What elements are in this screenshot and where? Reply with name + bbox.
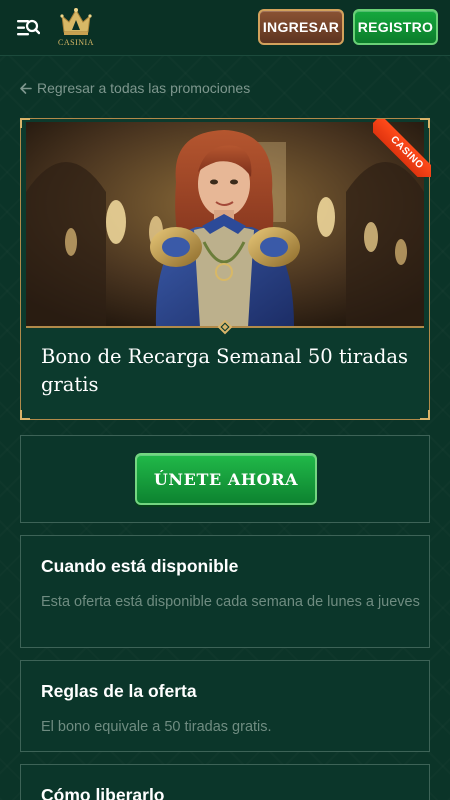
offer-rules-section: Reglas de la oferta El bono equivale a 5… [20,660,430,752]
section-text: El bono equivale a 50 tiradas gratis. [41,719,272,735]
back-to-promotions-link[interactable]: Regresar a todas las promociones [19,79,250,97]
section-text: Esta oferta está disponible cada semana … [41,594,420,610]
section-title: Cómo liberarlo [41,785,165,800]
login-button[interactable]: INGRESAR [258,9,344,45]
section-title: Reglas de la oferta [41,681,197,701]
top-header: CASINIA INGRESAR REGISTRO [0,0,450,56]
join-card: ÚNETE AHORA [20,435,430,523]
back-link-label: Regresar a todas las promociones [37,80,251,96]
corner-ornament [420,410,430,420]
join-now-button[interactable]: ÚNETE AHORA [135,453,317,505]
corner-ornament [20,118,30,128]
section-title: Cuando está disponible [41,556,239,576]
corner-ornament [420,118,430,128]
how-to-release-section: Cómo liberarlo [20,764,430,800]
casinia-logo[interactable]: CASINIA [56,6,96,50]
corner-ornament [20,410,30,420]
availability-section: Cuando está disponible Esta oferta está … [20,535,430,648]
menu-search-icon[interactable] [16,17,40,39]
promotion-card: CASINO Bono de Recarga Semanal 50 tirada… [20,118,431,420]
promotion-title: Bono de Recarga Semanal 50 tiradas grati… [41,345,408,396]
register-button[interactable]: REGISTRO [353,9,438,45]
crown-logo-icon [60,8,92,35]
diamond-ornament-icon [210,319,240,335]
logo-text: CASINIA [58,38,94,47]
promotion-image [26,122,424,327]
arrow-left-icon [20,82,32,94]
